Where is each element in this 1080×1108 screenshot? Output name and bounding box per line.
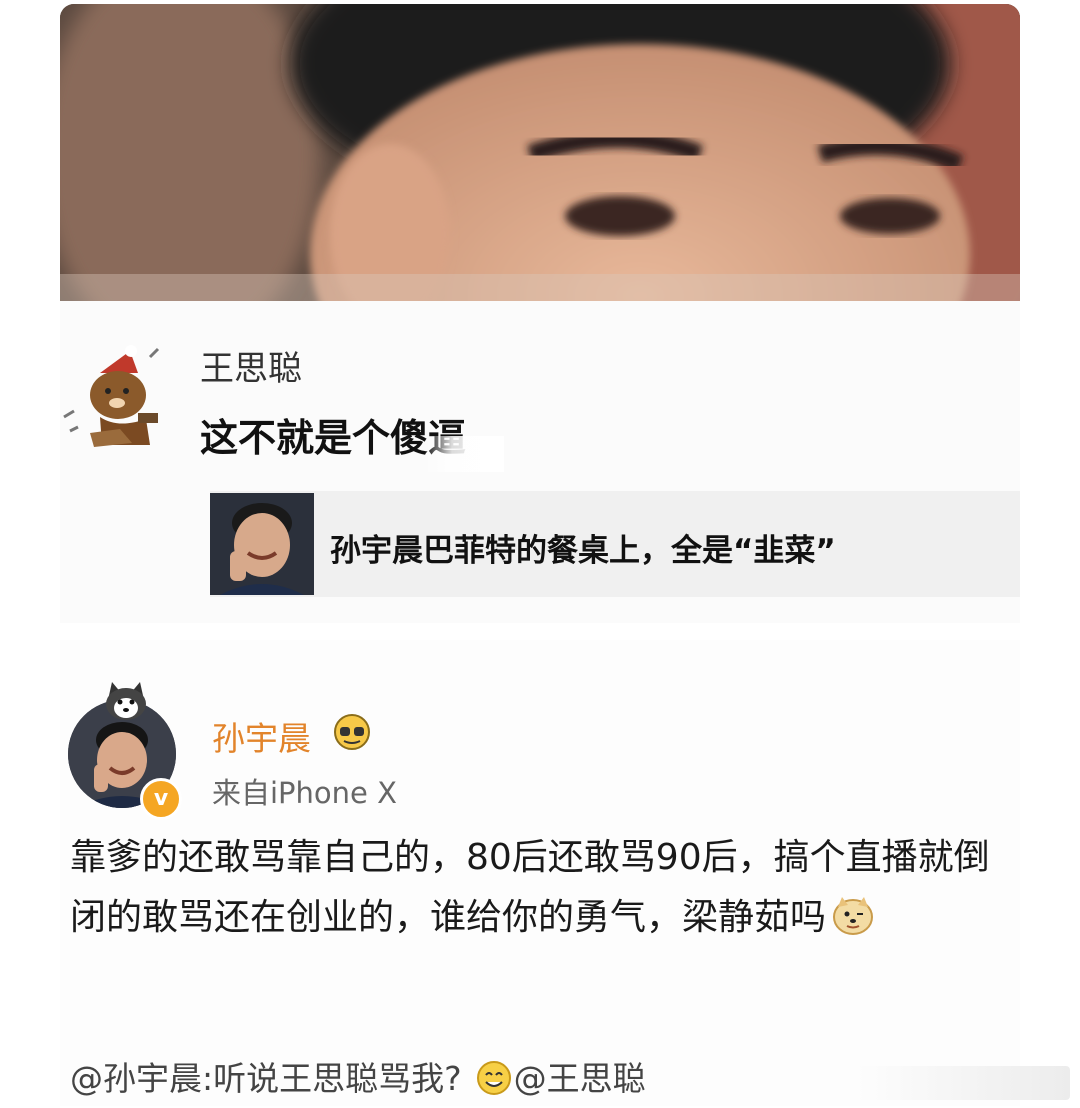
- watermark: [852, 1066, 1070, 1100]
- post-body: 靠爹的还敢骂靠自己的，80后还敢骂90后，搞个直播就倒闭的敢骂还在创业的，谁给你…: [70, 828, 1010, 948]
- doge-emoji-icon: [832, 895, 874, 937]
- censor-blur: [424, 436, 504, 472]
- cartoon-bear-sticker-icon[interactable]: [60, 333, 170, 453]
- comment-card: 王思聪 这不就是个傻逼 孙宇晨巴菲特的餐桌上，全是“韭菜”: [60, 301, 1020, 623]
- shared-post-card[interactable]: 孙宇晨巴菲特的餐桌上，全是“韭菜”: [210, 491, 1020, 597]
- repost-text[interactable]: @孙宇晨:听说王思聪骂我?: [70, 1059, 462, 1098]
- repost-mention[interactable]: @王思聪: [514, 1059, 646, 1098]
- post-author[interactable]: 孙宇晨: [212, 712, 311, 760]
- husky-sticker-icon: [100, 680, 152, 722]
- shared-post-thumbnail: [210, 493, 314, 595]
- smile-emoji-icon: [476, 1060, 512, 1096]
- repost-chain: @孙宇晨:听说王思聪骂我? @王思聪: [70, 1052, 646, 1100]
- comment-author[interactable]: 王思聪: [200, 341, 302, 390]
- header-photo: [60, 4, 1020, 301]
- verified-badge: v: [140, 778, 182, 820]
- emoji-badge-icon: [332, 712, 372, 752]
- shared-post-title: 孙宇晨巴菲特的餐桌上，全是“韭菜”: [330, 533, 836, 569]
- post-source: 来自iPhone X: [212, 776, 397, 810]
- weibo-post: v 孙宇晨 来自iPhone X 靠爹的还敢骂靠自己的，80后还敢骂90后，搞个…: [60, 640, 1020, 1106]
